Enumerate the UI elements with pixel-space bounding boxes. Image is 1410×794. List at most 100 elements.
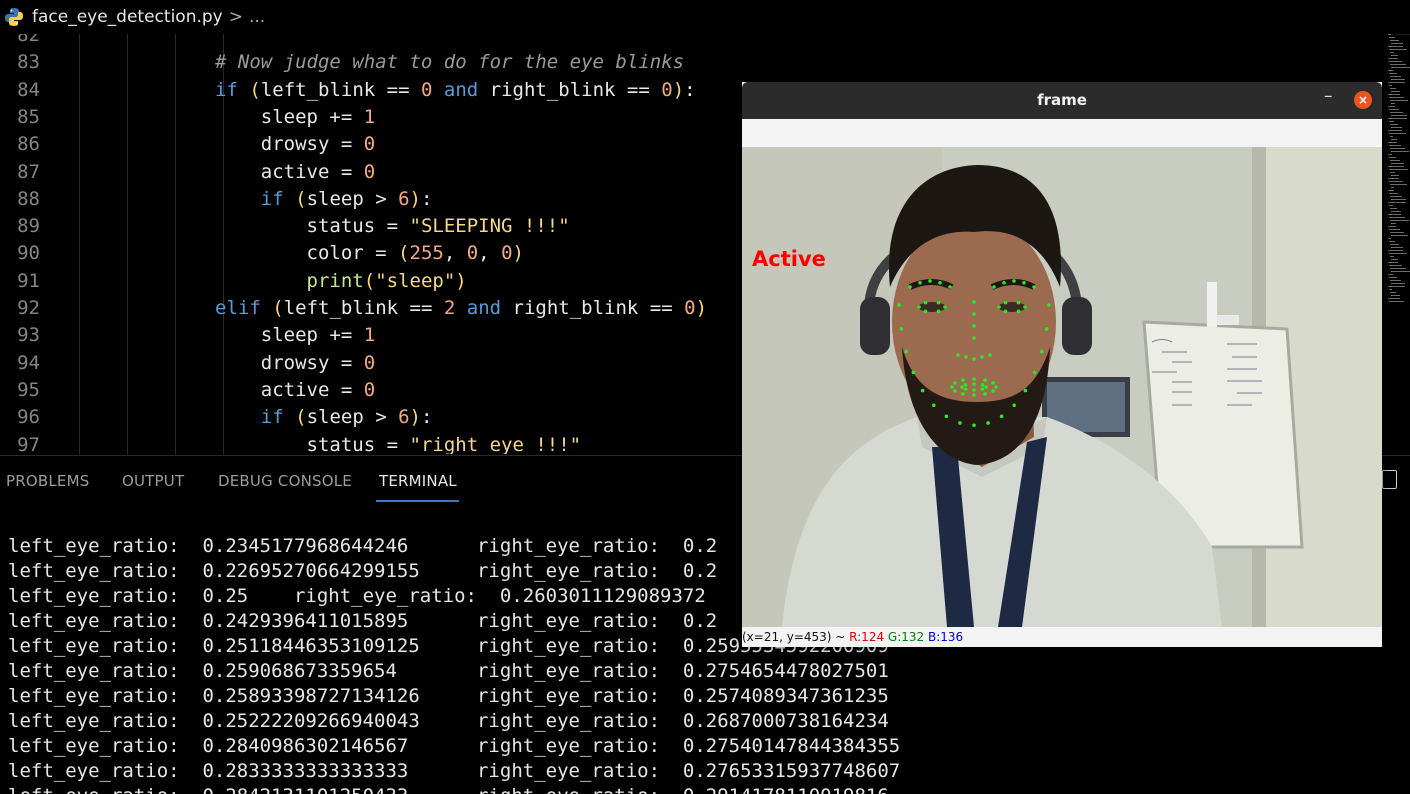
minimap-line [1388, 94, 1400, 95]
window-statusbar: (x=21, y=453) ~ R:124 G:132 B:136 [742, 627, 1382, 647]
code-line[interactable]: elif (left_blink == 2 and right_blink ==… [32, 297, 707, 319]
code-line[interactable]: drowsy = 0 [32, 133, 375, 155]
minimap-line [1388, 142, 1397, 143]
landmark-point [972, 393, 976, 397]
code-line[interactable]: # Now judge what to do for the eye blink… [32, 51, 684, 73]
tab-problems[interactable]: PROBLEMS [6, 472, 89, 490]
landmark-point [908, 285, 912, 289]
minimap-line [1391, 175, 1399, 176]
split-panel-icon[interactable] [1382, 470, 1397, 489]
landmark-point [1047, 303, 1051, 307]
pixel-red: R:124 [849, 630, 885, 644]
minimap-line [1391, 67, 1410, 68]
minimap-line [1388, 70, 1393, 71]
python-file-icon [5, 8, 23, 26]
minimap-line [1390, 208, 1397, 209]
minimap-line [1388, 298, 1400, 299]
minimap-line [1390, 232, 1404, 233]
breadcrumb-more[interactable]: ... [249, 7, 265, 27]
minimap-line [1391, 211, 1401, 212]
minimap-line [1389, 265, 1402, 266]
minimap-line [1391, 151, 1409, 152]
minimap-line [1389, 181, 1403, 182]
landmark-point [897, 303, 901, 307]
tab-output[interactable]: OUTPUT [122, 472, 184, 490]
cursor-position: (x=21, y=453) ~ [742, 630, 850, 644]
landmark-point [960, 385, 964, 389]
code-line[interactable]: active = 0 [32, 379, 375, 401]
minimap-line [1389, 49, 1407, 50]
minimap-line [1391, 187, 1394, 188]
minimap[interactable] [1386, 34, 1410, 324]
close-icon[interactable]: × [1354, 91, 1372, 109]
landmark-point [918, 280, 922, 285]
minimap-line [1391, 259, 1398, 260]
minimap-line [1391, 163, 1404, 164]
landmark-point [1023, 305, 1027, 309]
landmark-point [994, 385, 998, 389]
landmark-point [1003, 309, 1008, 314]
window-titlebar[interactable]: frame – × [742, 82, 1382, 119]
code-line[interactable]: status = "right eye !!!" [32, 434, 582, 455]
code-line[interactable]: drowsy = 0 [32, 352, 375, 374]
code-line[interactable]: if (left_blink == 0 and right_blink == 0… [32, 79, 696, 101]
chevron-right-icon: > [228, 7, 243, 27]
minimap-line [1389, 217, 1405, 218]
minimap-line [1391, 55, 1398, 56]
landmark-point [911, 370, 916, 375]
minimap-line [1389, 133, 1406, 134]
landmark-point [980, 355, 984, 359]
code-line[interactable]: status = "SLEEPING !!!" [32, 215, 570, 237]
minimap-line [1390, 136, 1393, 137]
terminal-line: left_eye_ratio: 0.2429396411015895 right… [8, 610, 718, 632]
minimap-line [1391, 223, 1396, 224]
code-line[interactable]: color = (255, 0, 0) [32, 242, 524, 264]
landmark-point [1003, 300, 1008, 305]
landmark-point [1012, 403, 1016, 408]
landmark-point [956, 353, 960, 357]
landmark-point [988, 353, 992, 357]
tab-terminal[interactable]: TERMINAL [379, 472, 457, 490]
landmark-point [938, 280, 942, 285]
window-toolbar [742, 119, 1382, 147]
minimap-line [1391, 43, 1403, 44]
code-line[interactable]: if (sleep > 6): [32, 406, 433, 428]
landmark-point [928, 279, 932, 283]
landmark-point [961, 392, 965, 396]
landmark-point [983, 392, 987, 396]
minimap-line [1389, 97, 1404, 98]
minimap-line [1389, 289, 1392, 290]
code-line[interactable]: print("sleep") [32, 270, 467, 292]
landmark-point [1032, 285, 1036, 289]
minimap-line [1390, 292, 1396, 293]
minimize-icon[interactable]: – [1324, 86, 1333, 106]
landmark-point [958, 421, 962, 425]
landmark-point [943, 305, 947, 309]
terminal-line: left_eye_ratio: 0.2345177968644246 right… [8, 535, 718, 557]
code-line[interactable]: sleep += 1 [32, 324, 375, 346]
minimap-line [1391, 139, 1397, 140]
minimap-line [1388, 262, 1398, 263]
minimap-line [1390, 64, 1406, 65]
minimap-line [1390, 244, 1399, 245]
webcam-frame[interactable]: Active [742, 147, 1382, 627]
minimap-line [1389, 193, 1398, 194]
landmark-point [991, 389, 995, 393]
landmark-point [991, 381, 995, 385]
breadcrumb-file[interactable]: face_eye_detection.py [32, 7, 223, 27]
tab-debug-console[interactable]: DEBUG CONSOLE [218, 472, 352, 490]
opencv-frame-window[interactable]: frame – × Active (x=21, y=453) ~ R:124 G… [742, 82, 1382, 647]
code-line[interactable]: if (sleep > 6): [32, 188, 433, 210]
minimap-line [1390, 100, 1408, 101]
terminal-line: left_eye_ratio: 0.22695270664299155 righ… [8, 560, 718, 582]
minimap-line [1390, 172, 1395, 173]
code-line[interactable]: active = 0 [32, 161, 375, 183]
minimap-line [1389, 169, 1408, 170]
minimap-line [1388, 202, 1406, 203]
minimap-line [1391, 247, 1403, 248]
code-line[interactable]: sleep += 1 [32, 106, 375, 128]
landmark-point [953, 389, 957, 393]
minimap-line [1390, 280, 1401, 281]
minimap-line [1388, 214, 1401, 215]
landmark-point [936, 309, 941, 314]
